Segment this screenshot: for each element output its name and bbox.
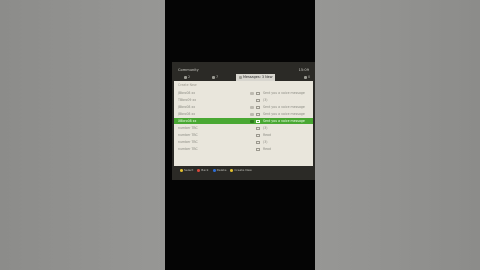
row-message: Sent you a voice message (263, 119, 305, 123)
voice-icon (250, 112, 254, 116)
tab-players[interactable]: 7 (212, 74, 218, 81)
voice-icon (250, 91, 254, 95)
voice-icon (250, 119, 254, 123)
tab-label: 0 (308, 75, 311, 79)
row-name: TBbro09 xx (178, 98, 197, 102)
row-name: JBbro08 xx (178, 112, 196, 116)
legend-select: Select (180, 168, 193, 172)
create-new-item[interactable]: Create New (178, 83, 197, 87)
envelope-icon (239, 76, 242, 79)
tv-screen: Community 15:09 2 7 Messages: 3 New 0 Cr… (172, 62, 315, 180)
row-name: JBbro08 xx (178, 91, 196, 95)
list-item[interactable]: number TBC Read (174, 132, 313, 138)
row-name: number TBC (178, 147, 198, 151)
right-blur-pillar (315, 0, 480, 270)
a-button-icon (180, 168, 183, 172)
envelope-icon (256, 112, 260, 116)
y-button-icon (230, 168, 234, 172)
row-message: Read (263, 147, 272, 151)
list-item[interactable]: JBbro08 xx Sent you a voice message (174, 104, 313, 110)
video-frame: Community 15:09 2 7 Messages: 3 New 0 Cr… (165, 0, 315, 270)
envelope-icon (256, 133, 260, 137)
left-blur-pillar (0, 0, 165, 270)
tab-label: 7 (216, 75, 219, 79)
tab-messages[interactable]: Messages: 3 New (236, 74, 276, 81)
envelope-icon (256, 119, 260, 123)
tab-friends[interactable]: 2 (184, 74, 190, 81)
envelope-icon (256, 126, 260, 130)
legend-create: Create New (230, 168, 252, 172)
legend-label: Select (184, 168, 194, 172)
tab-label: Messages: 3 New (243, 75, 273, 79)
list-item[interactable]: number TBC (3) (174, 139, 313, 145)
legend-back: Back (197, 168, 209, 172)
row-message: Read (263, 133, 272, 137)
row-message: (3) (263, 98, 268, 102)
x-button-icon (212, 168, 216, 172)
row-message: (3) (263, 126, 268, 130)
legend-label: Back (201, 168, 209, 172)
row-name: number TBC (178, 133, 198, 137)
envelope-icon (256, 105, 260, 109)
person-icon (212, 76, 215, 79)
legend-delete: Delete (212, 168, 227, 172)
list-item-selected[interactable]: XBbro08 xx Sent you a voice message (174, 118, 313, 124)
row-name: number TBC (178, 126, 198, 130)
row-name: number TBC (178, 140, 198, 144)
legend-label: Create New (234, 168, 252, 172)
messages-panel: Create New JBbro08 xx Sent you a voice m… (174, 81, 313, 166)
envelope-icon (256, 140, 260, 144)
tab-games[interactable]: 0 (304, 74, 310, 81)
row-name: JBbro08 xx (178, 105, 196, 109)
row-message: Sent you a voice message (263, 112, 305, 116)
row-message: (3) (263, 140, 268, 144)
voice-icon (250, 105, 254, 109)
b-button-icon (197, 168, 201, 172)
button-legend: Select Back Delete Create New (180, 168, 252, 172)
list-item[interactable]: TBbro09 xx (3) (174, 97, 313, 103)
row-message: Sent you a voice message (263, 105, 305, 109)
controller-icon (304, 76, 307, 79)
row-name: XBbro08 xx (178, 119, 197, 123)
list-item[interactable]: number TBC (3) (174, 125, 313, 131)
page-title: Community (178, 68, 199, 72)
list-item[interactable]: JBbro08 xx Sent you a voice message (174, 111, 313, 117)
tab-bar: 2 7 Messages: 3 New 0 (172, 74, 315, 81)
legend-label: Delete (216, 168, 227, 172)
tab-label: 2 (188, 75, 191, 79)
envelope-icon (256, 98, 260, 102)
row-message: Sent you a voice message (263, 91, 305, 95)
envelope-icon (256, 91, 260, 95)
people-icon (184, 76, 187, 79)
clock: 15:09 (298, 68, 309, 72)
list-item[interactable]: JBbro08 xx Sent you a voice message (174, 90, 313, 96)
list-item[interactable]: number TBC Read (174, 146, 313, 152)
envelope-icon (256, 147, 260, 151)
